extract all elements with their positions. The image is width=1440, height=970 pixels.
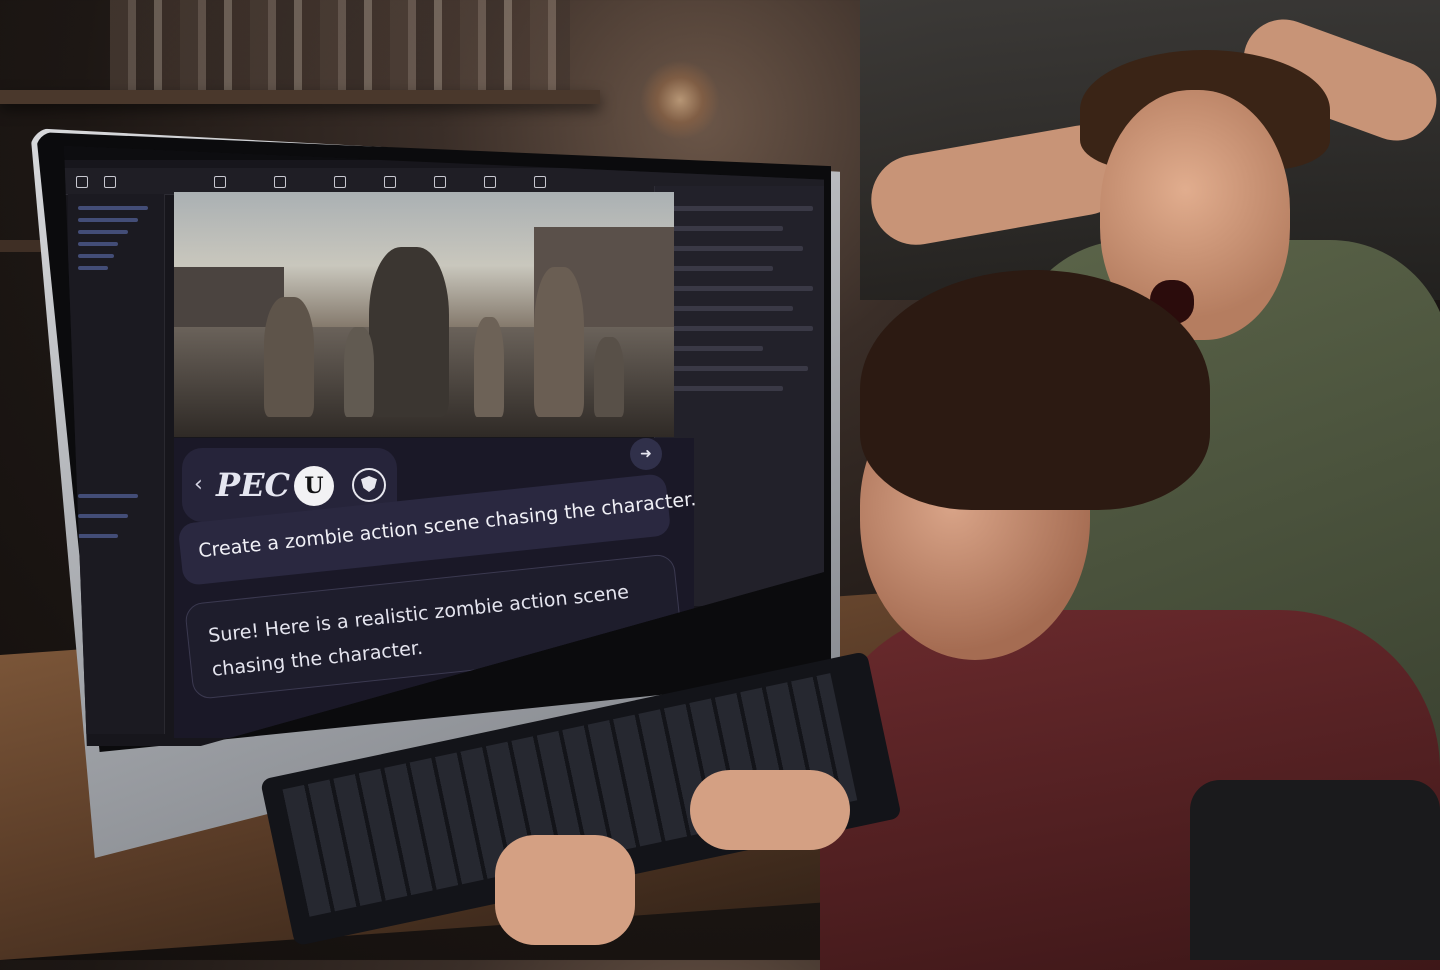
outliner-item[interactable] [78,494,138,498]
tool-icon[interactable] [104,176,116,188]
outliner-item[interactable] [78,266,108,270]
hand [495,835,635,945]
pec-logo: PEC [216,466,290,504]
tool-icon[interactable] [334,176,346,188]
tool-icon[interactable] [534,176,546,188]
main-character-figure [369,247,449,417]
outliner-item[interactable] [78,534,118,538]
tool-icon[interactable] [384,176,396,188]
dark-hair [860,270,1210,510]
tool-icon[interactable] [214,176,226,188]
details-row[interactable] [663,246,803,251]
tool-icon[interactable] [484,176,496,188]
bookshelf-books [110,0,570,90]
outliner-item[interactable] [78,218,138,222]
zombie-figure [474,317,504,417]
outliner-item[interactable] [78,254,114,258]
details-row[interactable] [663,326,813,331]
outliner-item[interactable] [78,206,148,210]
outliner-item[interactable] [78,514,128,518]
office-chair [1190,780,1440,960]
send-icon[interactable]: ➜ [630,438,662,470]
details-row[interactable] [663,306,793,311]
unreal-engine-icon[interactable]: U [294,466,334,506]
details-row[interactable] [663,266,773,271]
tool-icon[interactable] [434,176,446,188]
zombie-figure [534,267,584,417]
zombie-figure [594,337,624,417]
details-row[interactable] [663,226,783,231]
details-row[interactable] [663,286,813,291]
outliner-item[interactable] [78,242,118,246]
details-row[interactable] [663,346,763,351]
bookshelf [0,90,600,104]
scene-viewport[interactable] [174,192,674,437]
chevron-left-icon[interactable]: ‹ [194,472,203,497]
details-row[interactable] [663,206,813,211]
zombie-figure [344,327,374,417]
zombie-figure [264,297,314,417]
outliner-item[interactable] [78,230,128,234]
shield-icon[interactable] [352,468,386,502]
hand [690,770,850,850]
details-row[interactable] [663,386,783,391]
tool-icon[interactable] [76,176,88,188]
details-row[interactable] [663,366,808,371]
tool-icon[interactable] [274,176,286,188]
